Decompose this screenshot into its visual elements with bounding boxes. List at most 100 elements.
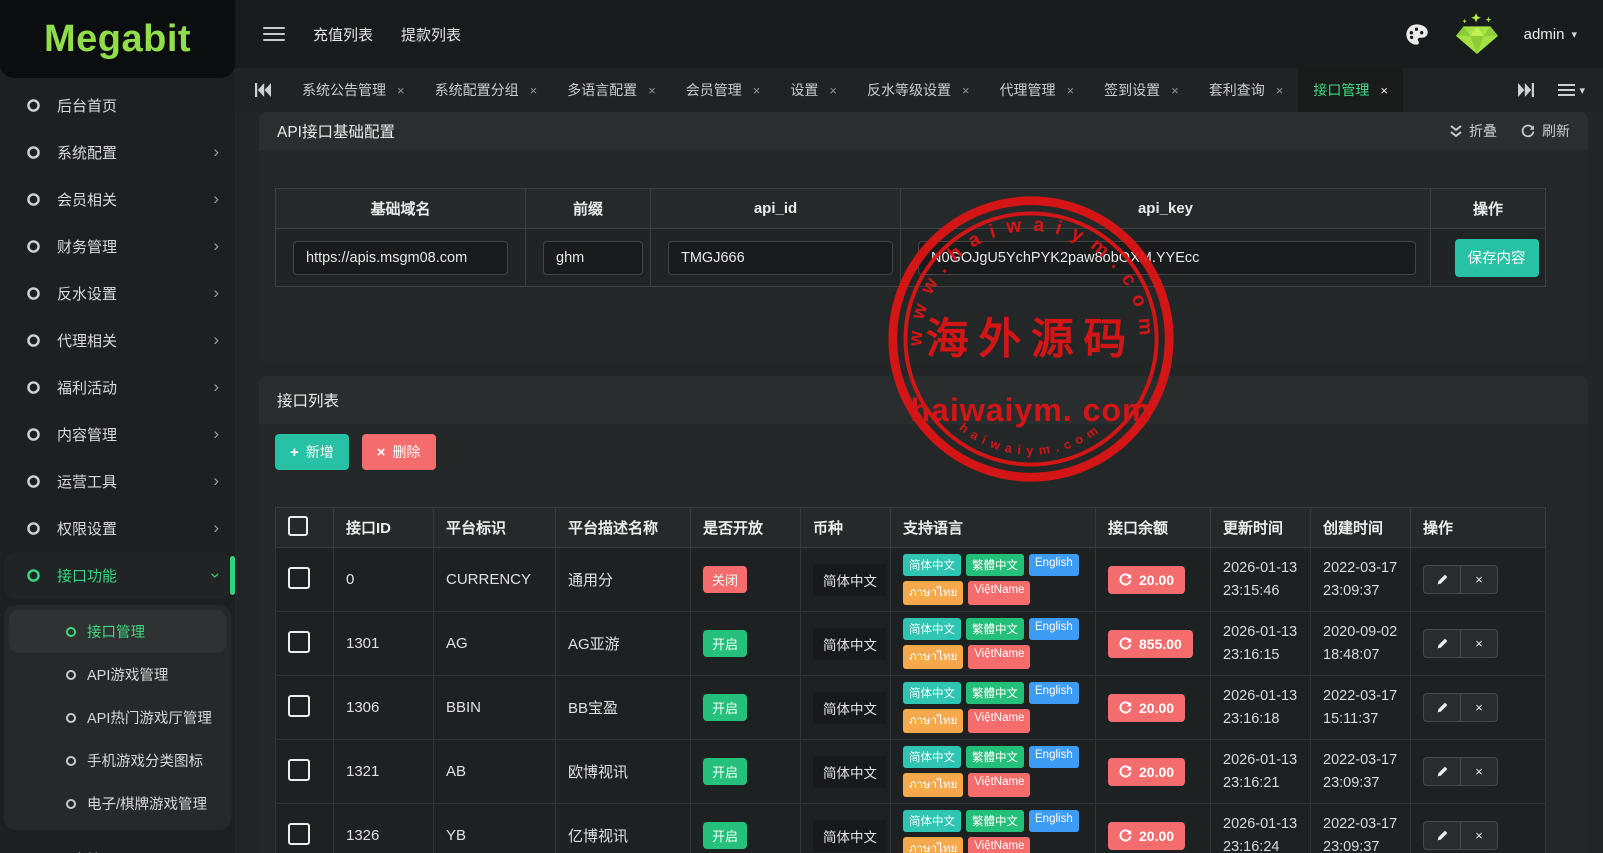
tab-1[interactable]: 系统公告管理×	[287, 68, 420, 112]
delete-row-button[interactable]: ×	[1460, 757, 1498, 786]
updated-time: 23:16:15	[1223, 644, 1310, 666]
language-badge: English	[1029, 746, 1079, 768]
sidebar-item-label: 接口功能	[57, 565, 117, 586]
sidebar-subitem[interactable]: 电子/棋牌游戏管理	[9, 782, 226, 825]
tab-close-icon[interactable]: ×	[530, 84, 538, 97]
row-checkbox[interactable]	[288, 759, 310, 781]
top-right: admin ▾	[1403, 13, 1577, 55]
sidebar-subitem[interactable]: API热门游戏厅管理	[9, 696, 226, 739]
tab-6[interactable]: 反水等级设置×	[852, 68, 985, 112]
circle-icon	[65, 798, 77, 810]
add-button[interactable]: +新增	[275, 434, 349, 470]
delete-button[interactable]: ×删除	[362, 434, 436, 470]
row-actions: ×	[1423, 821, 1545, 850]
edit-button[interactable]	[1423, 565, 1461, 594]
select-all-checkbox[interactable]	[288, 516, 308, 536]
tab-5[interactable]: 设置 ×	[775, 68, 852, 112]
language-badge: ภาษาไทย	[903, 837, 963, 853]
cell-balance: 20.00	[1096, 804, 1211, 853]
edit-button[interactable]	[1423, 693, 1461, 722]
sidebar-item[interactable]: 反水设置›	[0, 270, 235, 317]
refresh-button[interactable]: 刷新	[1521, 121, 1570, 141]
nav-withdraw-list[interactable]: 提款列表	[401, 24, 461, 45]
circle-icon	[65, 712, 77, 724]
tab-close-icon[interactable]: ×	[753, 84, 761, 97]
sidebar-item-label: 后台首页	[57, 95, 117, 116]
base-domain-input[interactable]	[293, 241, 508, 275]
balance-refresh-button[interactable]: 855.00	[1108, 630, 1193, 658]
tab-3[interactable]: 多语言配置×	[552, 68, 671, 112]
sidebar-subitem[interactable]: 接口管理	[9, 610, 226, 653]
col-base-domain: 基础域名	[276, 189, 526, 229]
diamond-icon[interactable]	[1454, 13, 1500, 55]
tab-close-icon[interactable]: ×	[397, 84, 405, 97]
tab-menu-icon[interactable]: ▾	[1558, 84, 1585, 97]
tab-close-icon[interactable]: ×	[1276, 84, 1284, 97]
tab-close-icon[interactable]: ×	[962, 84, 970, 97]
tab-close-icon[interactable]: ×	[829, 84, 837, 97]
tab-close-icon[interactable]: ×	[1171, 84, 1179, 97]
tab-label: 设置	[790, 80, 818, 100]
sidebar-item[interactable]: 接口功能 ›	[4, 552, 231, 599]
nav-recharge-list[interactable]: 充值列表	[313, 24, 373, 45]
chevron-right-icon: ›	[213, 378, 219, 395]
balance-refresh-button[interactable]: 20.00	[1108, 822, 1185, 850]
sidebar-item[interactable]: 会员相关›	[0, 176, 235, 223]
balance-refresh-button[interactable]: 20.00	[1108, 758, 1185, 786]
delete-row-button[interactable]: ×	[1460, 629, 1498, 658]
tab-8[interactable]: 签到设置 ×	[1089, 68, 1194, 112]
cell-languages: 简体中文繁體中文EnglishภาษาไทยViệtName	[891, 676, 1096, 740]
sidebar-item[interactable]: 财务管理›	[0, 223, 235, 270]
sidebar-item[interactable]: 代理相关›	[0, 317, 235, 364]
skip-back-icon[interactable]	[255, 83, 271, 97]
language-badge: 简体中文	[903, 554, 961, 576]
api-id-input[interactable]	[668, 241, 893, 275]
collapse-button[interactable]: 折叠	[1450, 121, 1497, 141]
sidebar-item[interactable]: 福利活动›	[0, 364, 235, 411]
prefix-input[interactable]	[543, 241, 643, 275]
edit-button[interactable]	[1423, 757, 1461, 786]
circle-icon	[26, 380, 41, 395]
delete-row-button[interactable]: ×	[1460, 565, 1498, 594]
balance-refresh-button[interactable]: 20.00	[1108, 694, 1185, 722]
double-chevron-down-icon	[1450, 125, 1462, 138]
sidebar-item[interactable]: 日志管理›	[0, 836, 235, 853]
row-checkbox[interactable]	[288, 823, 310, 845]
row-checkbox[interactable]	[288, 631, 310, 653]
row-checkbox[interactable]	[288, 695, 310, 717]
tab-close-icon[interactable]: ×	[1380, 84, 1388, 97]
cell-platform-code: YB	[434, 804, 556, 853]
sidebar-item[interactable]: 权限设置›	[0, 505, 235, 552]
palette-icon[interactable]	[1403, 21, 1430, 48]
tab-2[interactable]: 系统配置分组×	[420, 68, 553, 112]
balance-refresh-button[interactable]: 20.00	[1108, 566, 1185, 594]
language-badge: ViệtName	[968, 645, 1030, 669]
currency-tag: 简体中文	[813, 820, 887, 852]
edit-button[interactable]	[1423, 821, 1461, 850]
sidebar-item[interactable]: 运营工具›	[0, 458, 235, 505]
sidebar-item[interactable]: 系统配置›	[0, 129, 235, 176]
tab-close-icon[interactable]: ×	[1067, 84, 1075, 97]
skip-forward-icon[interactable]	[1518, 83, 1534, 97]
tab-close-icon[interactable]: ×	[648, 84, 656, 97]
delete-row-button[interactable]: ×	[1460, 693, 1498, 722]
user-menu[interactable]: admin ▾	[1524, 26, 1577, 43]
edit-button[interactable]	[1423, 629, 1461, 658]
hamburger-icon[interactable]	[263, 27, 285, 41]
sidebar-item[interactable]: 内容管理›	[0, 411, 235, 458]
row-checkbox[interactable]	[288, 567, 310, 589]
tab-9[interactable]: 套利查询×	[1194, 68, 1299, 112]
cell-platform-code: BBIN	[434, 676, 556, 740]
tab-10[interactable]: 接口管理×	[1298, 68, 1403, 112]
interface-table: 接口ID平台标识平台描述名称是否开放币种支持语言接口余额更新时间创建时间操作 0…	[275, 507, 1546, 853]
sidebar-item[interactable]: 后台首页	[0, 82, 235, 129]
sidebar-subitem[interactable]: API游戏管理	[9, 653, 226, 696]
chevron-down-icon: ›	[208, 573, 225, 579]
sidebar-subitem[interactable]: 手机游戏分类图标	[9, 739, 226, 782]
delete-row-button[interactable]: ×	[1460, 821, 1498, 850]
save-button[interactable]: 保存内容	[1455, 239, 1539, 277]
tab-4[interactable]: 会员管理×	[671, 68, 776, 112]
tab-label: 签到设置	[1104, 80, 1160, 100]
tab-7[interactable]: 代理管理×	[985, 68, 1090, 112]
api-key-input[interactable]	[918, 241, 1416, 275]
